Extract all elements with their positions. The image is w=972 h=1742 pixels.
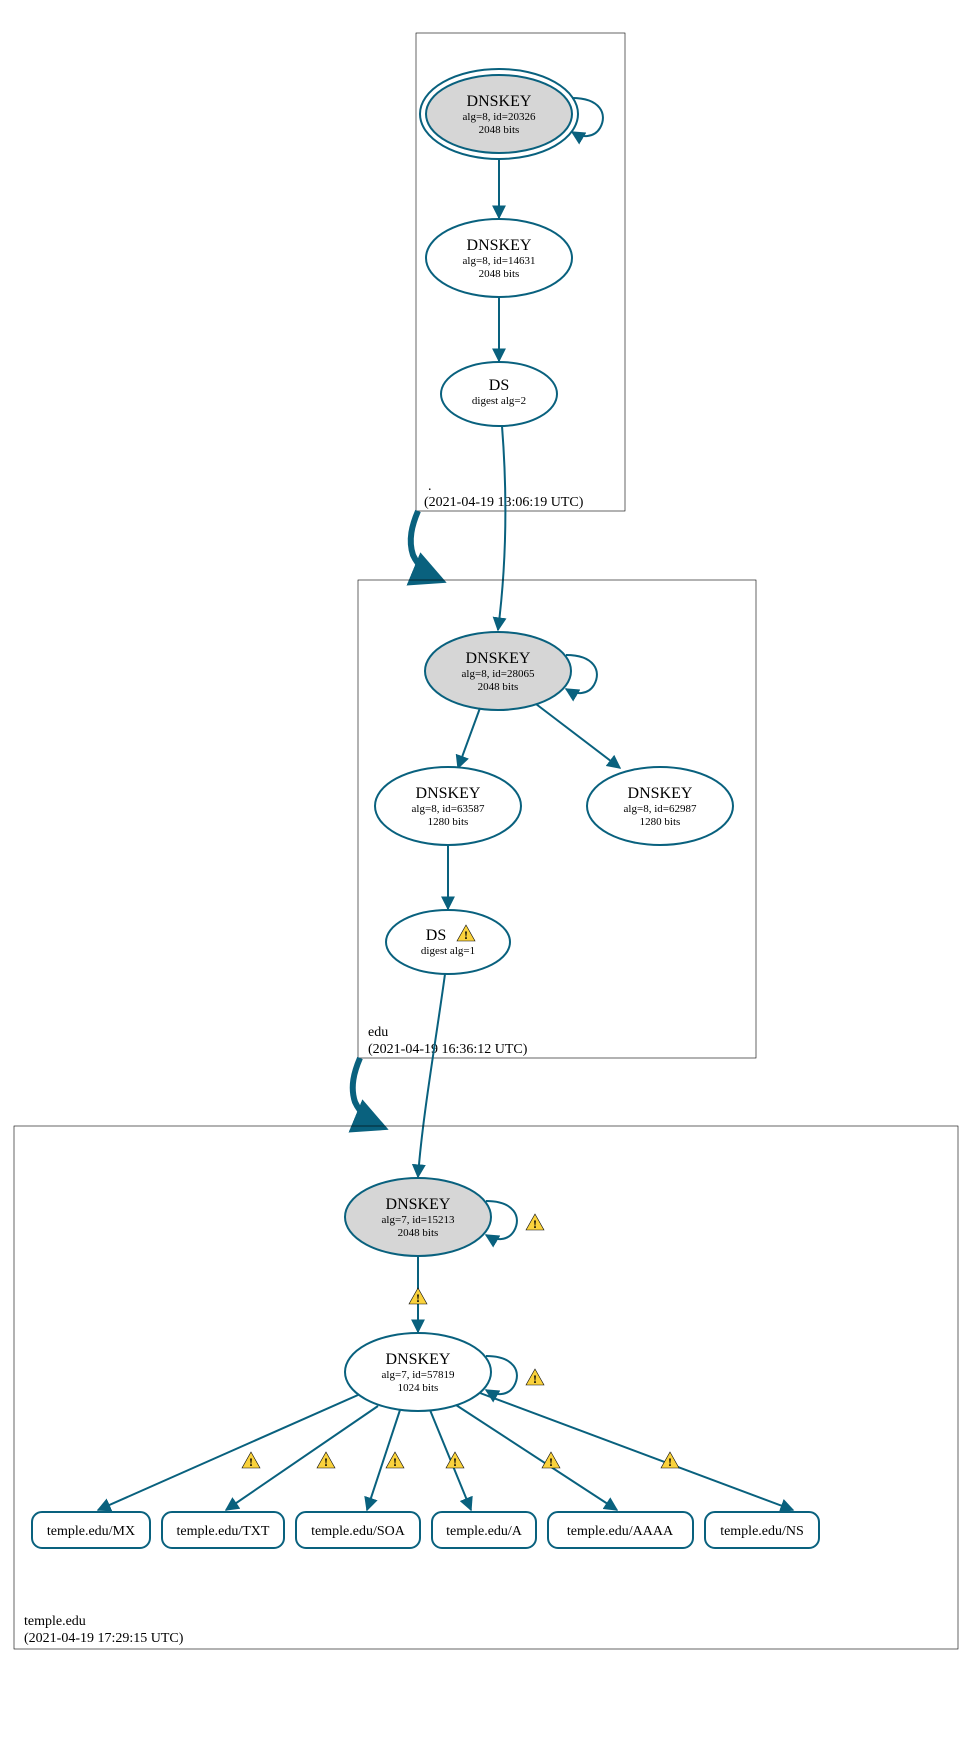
- svg-text:DNSKEY: DNSKEY: [386, 1351, 451, 1368]
- svg-text:2048 bits: 2048 bits: [479, 268, 520, 280]
- warning-icon: [542, 1452, 560, 1469]
- rr-a[interactable]: temple.edu/A: [432, 1512, 536, 1548]
- svg-text:temple.edu/AAAA: temple.edu/AAAA: [567, 1524, 674, 1539]
- svg-text:digest alg=2: digest alg=2: [472, 395, 526, 407]
- warning-icon: [409, 1288, 427, 1305]
- zone-edu-name: edu: [368, 1025, 388, 1040]
- svg-text:temple.edu/A: temple.edu/A: [446, 1524, 523, 1539]
- edge-zsk-aaaa: [456, 1405, 617, 1510]
- svg-text:DS: DS: [489, 377, 509, 394]
- edge-edu-to-temple-zone: [353, 1058, 382, 1127]
- edu-zsk2-node[interactable]: DNSKEY alg=8, id=62987 1280 bits: [587, 767, 733, 845]
- svg-text:alg=7, id=57819: alg=7, id=57819: [382, 1369, 455, 1381]
- svg-text:DNSKEY: DNSKEY: [467, 237, 532, 254]
- warning-icon: [526, 1369, 544, 1386]
- dnssec-diagram: ! . (2021-04-19 13:06:19 UTC) DNSKEY alg…: [0, 0, 972, 1742]
- zone-temple-name: temple.edu: [24, 1614, 86, 1629]
- temple-ksk-node[interactable]: DNSKEY alg=7, id=15213 2048 bits: [345, 1178, 491, 1256]
- svg-text:2048 bits: 2048 bits: [479, 124, 520, 136]
- svg-text:temple.edu/NS: temple.edu/NS: [720, 1524, 804, 1539]
- svg-text:temple.edu/MX: temple.edu/MX: [47, 1524, 135, 1539]
- edu-zsk1-node[interactable]: DNSKEY alg=8, id=63587 1280 bits: [375, 767, 521, 845]
- warning-icon: [242, 1452, 260, 1469]
- svg-text:DNSKEY: DNSKEY: [466, 650, 531, 667]
- root-ds-node[interactable]: DS digest alg=2: [441, 362, 557, 426]
- rr-soa[interactable]: temple.edu/SOA: [296, 1512, 420, 1548]
- warning-icon: [526, 1214, 544, 1231]
- edu-ksk-node[interactable]: DNSKEY alg=8, id=28065 2048 bits: [425, 632, 571, 710]
- svg-text:1280 bits: 1280 bits: [428, 816, 469, 828]
- zone-edu-timestamp: (2021-04-19 16:36:12 UTC): [368, 1042, 528, 1057]
- svg-text:DNSKEY: DNSKEY: [628, 785, 693, 802]
- rr-mx[interactable]: temple.edu/MX: [32, 1512, 150, 1548]
- svg-text:DNSKEY: DNSKEY: [467, 93, 532, 110]
- edge-root-ds-to-edu-ksk: [498, 426, 505, 630]
- svg-text:DNSKEY: DNSKEY: [386, 1196, 451, 1213]
- svg-text:digest alg=1: digest alg=1: [421, 945, 475, 957]
- zone-temple: temple.edu (2021-04-19 17:29:15 UTC) DNS…: [14, 1126, 958, 1649]
- svg-text:temple.edu/SOA: temple.edu/SOA: [311, 1524, 406, 1539]
- rr-aaaa[interactable]: temple.edu/AAAA: [548, 1512, 693, 1548]
- root-zsk-node[interactable]: DNSKEY alg=8, id=14631 2048 bits: [426, 219, 572, 297]
- edu-ds-node[interactable]: DS digest alg=1: [386, 910, 510, 974]
- edge-root-to-edu-zone: [411, 511, 440, 580]
- svg-text:alg=8, id=62987: alg=8, id=62987: [624, 803, 697, 815]
- zone-root: . (2021-04-19 13:06:19 UTC) DNSKEY alg=8…: [416, 33, 625, 511]
- edge-edu-ksk-to-zsk1: [458, 708, 480, 768]
- zone-edu: edu (2021-04-19 16:36:12 UTC) DNSKEY alg…: [358, 580, 756, 1058]
- edge-zsk-mx: [98, 1395, 358, 1510]
- edge-edu-ds-to-temple-ksk: [418, 974, 445, 1177]
- temple-zsk-node[interactable]: DNSKEY alg=7, id=57819 1024 bits: [345, 1333, 491, 1411]
- svg-text:DNSKEY: DNSKEY: [416, 785, 481, 802]
- warning-icon: [661, 1452, 679, 1469]
- svg-text:2048 bits: 2048 bits: [478, 681, 519, 693]
- svg-text:temple.edu/TXT: temple.edu/TXT: [177, 1524, 270, 1539]
- svg-text:alg=7, id=15213: alg=7, id=15213: [382, 1214, 455, 1226]
- svg-text:alg=8, id=28065: alg=8, id=28065: [462, 668, 535, 680]
- svg-text:2048 bits: 2048 bits: [398, 1227, 439, 1239]
- svg-text:alg=8, id=14631: alg=8, id=14631: [463, 255, 536, 267]
- svg-text:alg=8, id=63587: alg=8, id=63587: [412, 803, 485, 815]
- zone-root-name: .: [428, 479, 432, 494]
- svg-text:1280 bits: 1280 bits: [640, 816, 681, 828]
- svg-text:DS: DS: [426, 927, 446, 944]
- svg-text:alg=8, id=20326: alg=8, id=20326: [463, 111, 536, 123]
- root-ksk-node[interactable]: DNSKEY alg=8, id=20326 2048 bits: [420, 69, 578, 159]
- warning-icon: [386, 1452, 404, 1469]
- rr-ns[interactable]: temple.edu/NS: [705, 1512, 819, 1548]
- warning-icon: [317, 1452, 335, 1469]
- zone-temple-timestamp: (2021-04-19 17:29:15 UTC): [24, 1631, 184, 1646]
- rr-txt[interactable]: temple.edu/TXT: [162, 1512, 284, 1548]
- svg-text:1024 bits: 1024 bits: [398, 1382, 439, 1394]
- zone-root-timestamp: (2021-04-19 13:06:19 UTC): [424, 495, 584, 510]
- edge-edu-ksk-to-zsk2: [536, 704, 620, 768]
